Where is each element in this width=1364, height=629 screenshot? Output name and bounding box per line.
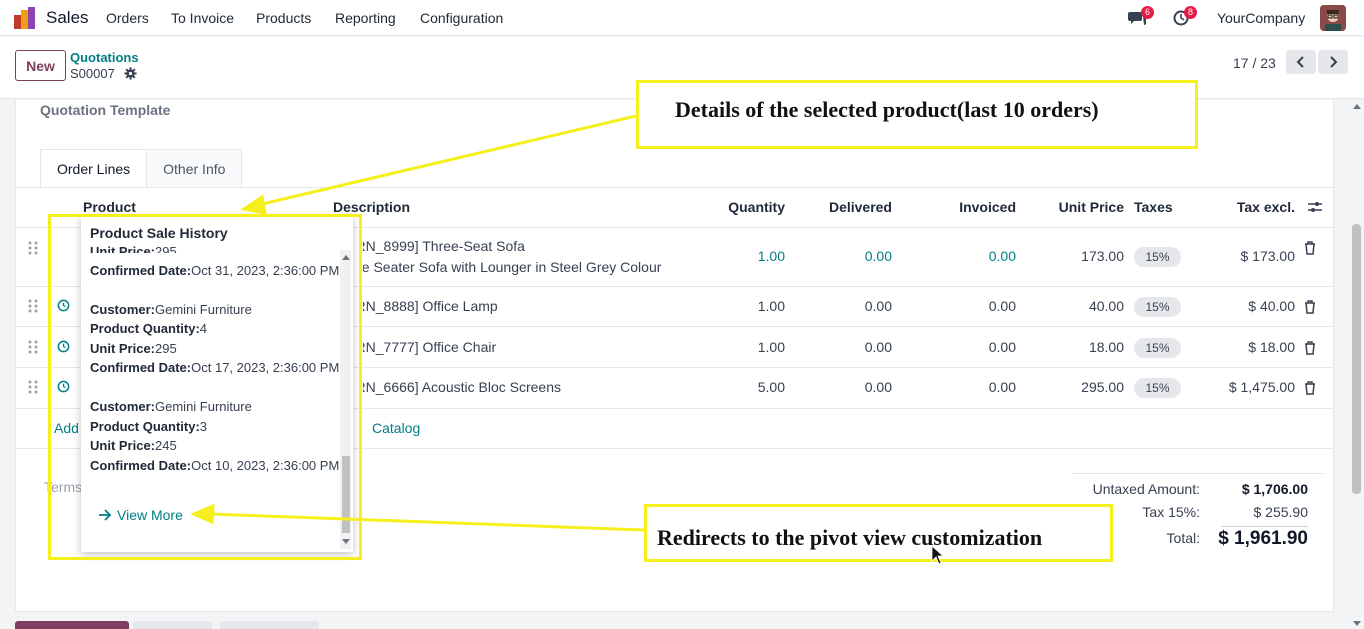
scroll-down-icon[interactable] — [1352, 620, 1362, 628]
line-delivered[interactable]: 0.00 — [800, 339, 892, 355]
column-unit-price[interactable]: Unit Price — [1030, 199, 1124, 215]
line-delivered[interactable]: 0.00 — [800, 248, 892, 264]
line-invoiced[interactable]: 0.00 — [920, 379, 1016, 395]
tax-badge[interactable]: 15% — [1134, 247, 1181, 267]
quotation-template-label: Quotation Template — [40, 102, 171, 118]
bottom-secondary-button[interactable] — [133, 621, 212, 629]
totals-divider — [1072, 473, 1324, 474]
user-avatar[interactable] — [1320, 5, 1346, 31]
callout-view-more-text: Redirects to the pivot view customizatio… — [657, 525, 1043, 550]
menu-products[interactable]: Products — [256, 10, 311, 26]
line-unit-price[interactable]: 173.00 — [1030, 248, 1124, 264]
notebook-tabs: Order Lines Other Info — [40, 149, 243, 188]
tax-value: $ 255.90 — [1253, 504, 1309, 520]
line-unit-price[interactable]: 18.00 — [1030, 339, 1124, 355]
gear-icon[interactable] — [124, 67, 137, 80]
untaxed-amount-value: $ 1,706.00 — [1241, 481, 1308, 497]
column-invoiced[interactable]: Invoiced — [920, 199, 1016, 215]
line-quantity[interactable]: 1.00 — [700, 339, 785, 355]
top-navbar: Sales Orders To Invoice Products Reporti… — [0, 0, 1364, 36]
catalog-link[interactable]: Catalog — [372, 420, 420, 436]
total-value: $ 1,961.90 — [1218, 528, 1308, 549]
line-quantity[interactable]: 1.00 — [700, 298, 785, 314]
chevron-left-icon — [1296, 56, 1304, 68]
line-subtotal: $ 1,475.00 — [1228, 379, 1295, 395]
menu-orders[interactable]: Orders — [106, 10, 149, 26]
line-subtotal: $ 173.00 — [1240, 248, 1296, 264]
pager-value[interactable]: 17 / 23 — [1233, 55, 1276, 71]
tax-badge[interactable]: 15% — [1134, 338, 1181, 358]
column-product[interactable]: Product — [83, 199, 136, 215]
line-subtotal: $ 18.00 — [1248, 339, 1295, 355]
tax-badge[interactable]: 15% — [1134, 297, 1181, 317]
callout-product-details-text: Details of the selected product(last 10 … — [675, 97, 1099, 122]
activities-badge: 8 — [1184, 6, 1198, 19]
column-tax-excl[interactable]: Tax excl. — [1210, 199, 1295, 215]
drag-handle-icon[interactable] — [27, 241, 39, 255]
pager-next-button[interactable] — [1318, 50, 1348, 74]
line-invoiced[interactable]: 0.00 — [920, 298, 1016, 314]
pager-previous-button[interactable] — [1286, 50, 1316, 74]
chevron-right-icon — [1330, 56, 1338, 68]
optional-columns-icon[interactable] — [1308, 200, 1322, 214]
line-description-detail[interactable]: Three Seater Sofa with Lounger in Steel … — [363, 259, 661, 275]
untaxed-amount-label: Untaxed Amount: — [1092, 481, 1200, 497]
tab-order-lines[interactable]: Order Lines — [40, 149, 148, 188]
tab-divider — [16, 187, 1333, 188]
breadcrumb-record: S00007 — [70, 66, 115, 81]
drag-handle-icon[interactable] — [27, 340, 39, 354]
messages-badge: 6 — [1141, 6, 1155, 19]
menu-configuration[interactable]: Configuration — [420, 10, 503, 26]
popover-highlight-box — [48, 214, 362, 560]
drag-handle-icon[interactable] — [27, 380, 39, 394]
line-subtotal: $ 40.00 — [1248, 298, 1295, 314]
trash-icon[interactable] — [1304, 341, 1316, 355]
line-delivered[interactable]: 0.00 — [800, 298, 892, 314]
line-invoiced[interactable]: 0.00 — [920, 248, 1016, 264]
column-quantity[interactable]: Quantity — [700, 199, 785, 215]
menu-reporting[interactable]: Reporting — [335, 10, 396, 26]
sales-app-icon[interactable] — [14, 7, 36, 29]
line-quantity[interactable]: 1.00 — [700, 248, 785, 264]
tab-other-info[interactable]: Other Info — [146, 149, 243, 188]
bottom-primary-button[interactable] — [15, 621, 129, 629]
total-divider — [1221, 526, 1308, 527]
line-invoiced[interactable]: 0.00 — [920, 339, 1016, 355]
trash-icon[interactable] — [1304, 300, 1316, 314]
app-name[interactable]: Sales — [46, 8, 89, 28]
company-switcher[interactable]: YourCompany — [1217, 10, 1305, 26]
line-delivered[interactable]: 0.00 — [800, 379, 892, 395]
callout-view-more: Redirects to the pivot view customizatio… — [644, 504, 1113, 562]
drag-handle-icon[interactable] — [27, 299, 39, 313]
breadcrumb-quotations[interactable]: Quotations — [70, 50, 139, 65]
page-scrollbar-thumb[interactable] — [1352, 224, 1361, 494]
column-taxes[interactable]: Taxes — [1134, 199, 1173, 215]
bottom-secondary-button[interactable] — [220, 621, 319, 629]
trash-icon[interactable] — [1304, 241, 1316, 255]
scroll-up-icon[interactable] — [1352, 102, 1362, 110]
trash-icon[interactable] — [1304, 381, 1316, 395]
callout-product-details: Details of the selected product(last 10 … — [636, 80, 1198, 149]
column-delivered[interactable]: Delivered — [800, 199, 892, 215]
line-unit-price[interactable]: 295.00 — [1030, 379, 1124, 395]
column-description[interactable]: Description — [333, 199, 410, 215]
line-description[interactable]: [FURN_6666] Acoustic Bloc Screens — [363, 379, 561, 395]
line-unit-price[interactable]: 40.00 — [1030, 298, 1124, 314]
new-button[interactable]: New — [15, 50, 66, 81]
tax-badge[interactable]: 15% — [1134, 378, 1181, 398]
line-quantity[interactable]: 5.00 — [700, 379, 785, 395]
menu-to-invoice[interactable]: To Invoice — [171, 10, 234, 26]
